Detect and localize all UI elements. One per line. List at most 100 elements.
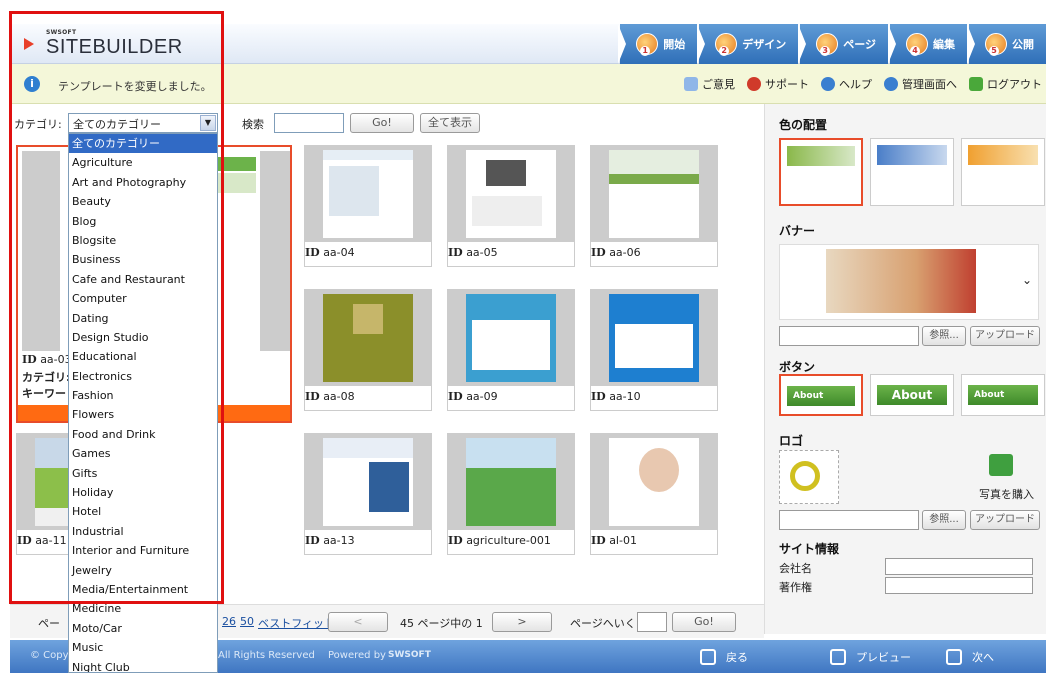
category-option[interactable]: Media/Entertainment xyxy=(69,580,217,599)
banner-browse-button[interactable]: 参照... xyxy=(922,326,966,346)
sitebuilder-logo: SWSOFT SITEBUILDER xyxy=(24,29,183,58)
category-option[interactable]: Electronics xyxy=(69,367,217,386)
button-style-2[interactable]: About xyxy=(870,374,954,416)
category-option[interactable]: Night Club xyxy=(69,658,217,672)
wizard-step-publish[interactable]: 5 公開 xyxy=(967,24,1046,64)
search-input[interactable] xyxy=(274,113,344,133)
buy-photo-link[interactable]: 写真を購入 xyxy=(979,486,1034,502)
goto-page-go-button[interactable]: Go! xyxy=(672,612,736,632)
category-option[interactable]: Cafe and Restaurant xyxy=(69,270,217,289)
color-scheme-orange[interactable] xyxy=(961,138,1045,206)
template-id: ID aa-09 xyxy=(448,390,498,403)
category-option[interactable]: Industrial xyxy=(69,522,217,541)
category-option[interactable]: Business xyxy=(69,250,217,269)
color-scheme-blue[interactable] xyxy=(870,138,954,206)
category-option[interactable]: 全てのカテゴリー xyxy=(69,134,217,154)
template-card[interactable]: ID aa-04 xyxy=(304,145,432,267)
button-style-1[interactable]: About xyxy=(779,374,863,416)
pages-icon: 3 xyxy=(816,33,839,56)
wizard-step-start[interactable]: 1 開始 xyxy=(618,24,698,64)
prev-page-button[interactable]: < xyxy=(328,612,388,632)
category-select[interactable]: 全てのカテゴリー ▼ xyxy=(68,113,218,133)
company-name-input[interactable] xyxy=(885,558,1033,575)
chevron-down-icon[interactable]: ▼ xyxy=(200,115,216,131)
logo-preview[interactable] xyxy=(779,450,839,504)
admin-link[interactable]: 管理画面へ xyxy=(884,76,957,92)
category-option[interactable]: Gifts xyxy=(69,464,217,483)
category-option[interactable]: Dating xyxy=(69,309,217,328)
category-option[interactable]: Fashion xyxy=(69,386,217,405)
category-option[interactable]: Holiday xyxy=(69,483,217,502)
search-go-button[interactable]: Go! xyxy=(350,113,414,133)
banner-preview[interactable]: ⌄ xyxy=(779,244,1039,320)
goto-page-input[interactable] xyxy=(637,612,667,632)
help-link[interactable]: ヘルプ xyxy=(821,76,872,92)
chevron-down-icon[interactable]: ⌄ xyxy=(1022,273,1032,287)
button-style-3[interactable]: About xyxy=(961,374,1045,416)
support-link[interactable]: サポート xyxy=(747,76,809,92)
template-card[interactable]: ID aa-08 xyxy=(304,289,432,411)
template-card[interactable]: ID aa-10 xyxy=(590,289,718,411)
category-option[interactable]: Beauty xyxy=(69,192,217,211)
banner-upload-button[interactable]: アップロード xyxy=(970,326,1040,346)
wizard-step-edit[interactable]: 4 編集 xyxy=(888,24,967,64)
footer-rights: All Rights Reserved xyxy=(218,650,315,661)
template-thumbnail xyxy=(305,434,431,530)
wizard-step-pages[interactable]: 3 ページ xyxy=(798,24,888,64)
top-links: ご意見 サポート ヘルプ 管理画面へ ログアウト xyxy=(684,76,1042,92)
banner-title: バナー xyxy=(779,224,816,238)
template-card[interactable]: ID aa-06 xyxy=(590,145,718,267)
next-button[interactable]: 次へ xyxy=(946,644,994,670)
feedback-link[interactable]: ご意見 xyxy=(684,76,735,92)
info-icon: i xyxy=(24,76,40,92)
logout-link[interactable]: ログアウト xyxy=(969,76,1042,92)
next-page-button[interactable]: > xyxy=(492,612,552,632)
template-card[interactable]: ID aa-05 xyxy=(447,145,575,267)
per-page-26-link[interactable]: 26 xyxy=(222,615,236,628)
color-scheme-title: 色の配置 xyxy=(779,118,828,132)
template-card[interactable]: ID agriculture-001 xyxy=(447,433,575,555)
template-thumbnail xyxy=(305,290,431,386)
category-dropdown-list[interactable]: 全てのカテゴリー Agriculture Art and Photography Be… xyxy=(68,133,218,673)
template-card[interactable]: ID aa-09 xyxy=(447,289,575,411)
category-option[interactable]: Computer xyxy=(69,289,217,308)
category-option[interactable]: Design Studio xyxy=(69,328,217,347)
template-id: ID aa-13 xyxy=(305,534,355,547)
design-options-panel: 色の配置 バナー ⌄ 参照... アップロード ボタン About About … xyxy=(764,104,1046,634)
copyright-input[interactable] xyxy=(885,577,1033,594)
category-option[interactable]: Agriculture xyxy=(69,153,217,172)
banner-file-input[interactable] xyxy=(779,326,919,346)
category-option[interactable]: Art and Photography xyxy=(69,173,217,192)
footer-powered-by: Powered by xyxy=(328,650,386,661)
category-option[interactable]: Music xyxy=(69,638,217,657)
preview-button[interactable]: プレビュー xyxy=(830,644,911,670)
category-option[interactable]: Games xyxy=(69,444,217,463)
category-option[interactable]: Educational xyxy=(69,347,217,366)
buy-photo-icon[interactable] xyxy=(989,454,1013,476)
category-option[interactable]: Jewelry xyxy=(69,561,217,580)
back-button[interactable]: 戻る xyxy=(700,644,748,670)
category-option[interactable]: Interior and Furniture xyxy=(69,541,217,560)
best-fit-link[interactable]: ベストフィット xyxy=(258,615,335,631)
next-icon xyxy=(946,649,962,665)
template-card[interactable]: ID aa-13 xyxy=(304,433,432,555)
category-option[interactable]: Blogsite xyxy=(69,231,217,250)
category-option[interactable]: Moto/Car xyxy=(69,619,217,638)
category-option[interactable]: Flowers xyxy=(69,405,217,424)
wizard-step-design[interactable]: 2 デザイン xyxy=(697,24,799,64)
category-option[interactable]: Hotel xyxy=(69,502,217,521)
back-icon xyxy=(700,649,716,665)
template-thumbnail xyxy=(305,146,431,242)
logo-browse-button[interactable]: 参照... xyxy=(922,510,966,530)
show-all-button[interactable]: 全て表示 xyxy=(420,113,480,133)
per-page-50-link[interactable]: 50 xyxy=(240,615,254,628)
template-card[interactable]: ID al-01 xyxy=(590,433,718,555)
category-option[interactable]: Medicine xyxy=(69,599,217,618)
logo-file-input[interactable] xyxy=(779,510,919,530)
page-info: 45 ページ中の 1 xyxy=(400,617,483,630)
wizard-steps: 1 開始 2 デザイン 3 ページ 4 編集 5 公開 xyxy=(618,24,1046,64)
category-option[interactable]: Food and Drink xyxy=(69,425,217,444)
logo-upload-button[interactable]: アップロード xyxy=(970,510,1040,530)
category-option[interactable]: Blog xyxy=(69,212,217,231)
color-scheme-green[interactable] xyxy=(779,138,863,206)
